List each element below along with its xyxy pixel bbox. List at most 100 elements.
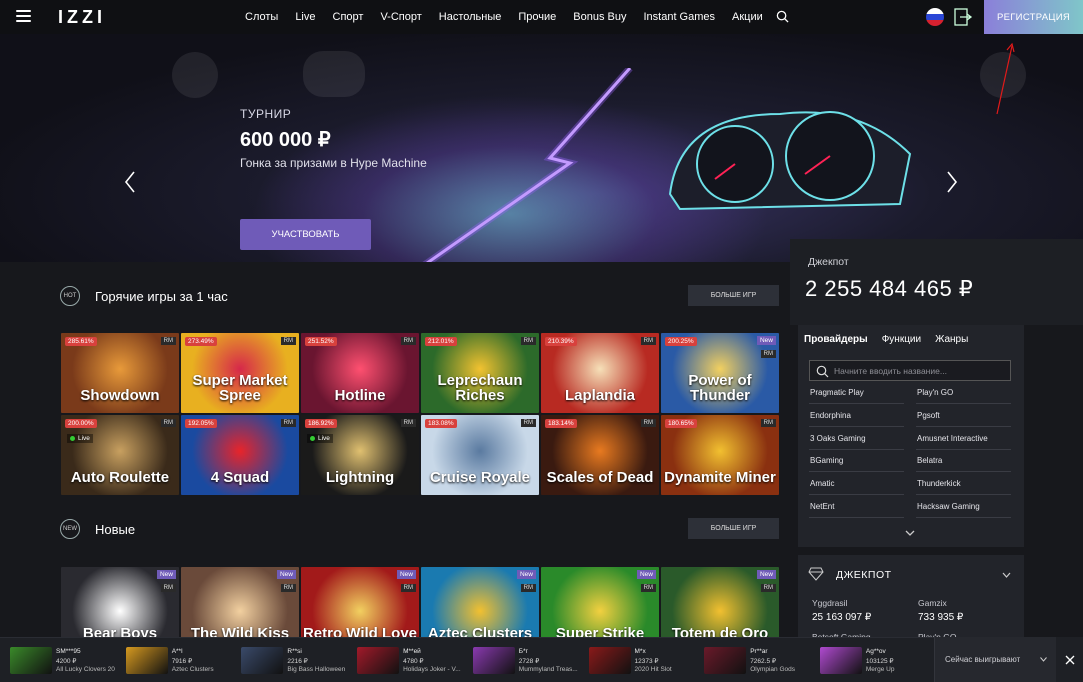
game-tile[interactable]: 251.52% RM Hotline — [301, 333, 419, 413]
game-thumbnail — [819, 647, 862, 674]
real-money-badge: RM — [520, 584, 536, 592]
jackpot-provider-value: 25 163 097 ₽ — [812, 612, 872, 623]
hot-more-games-button[interactable]: БОЛЬШЕ ИГР — [688, 285, 779, 306]
game-tile[interactable]: New RM Totem de Oro — [661, 567, 779, 647]
menu-icon[interactable] — [16, 10, 31, 22]
jackpot-provider-name[interactable]: Yggdrasil — [812, 598, 847, 608]
nav-instant-games[interactable]: Instant Games — [643, 11, 715, 23]
nav-bonus-buy[interactable]: Bonus Buy — [573, 11, 626, 23]
provider-item[interactable]: Amusnet Interactive — [917, 434, 988, 443]
participate-button[interactable]: УЧАСТВОВАТЬ — [240, 219, 371, 250]
winning-now-dropdown[interactable]: Сейчас выигрывают — [934, 637, 1056, 682]
game-tile[interactable]: 180.65% RM Dynamite Miner — [661, 415, 779, 495]
provider-item[interactable]: Hacksaw Gaming — [917, 502, 980, 511]
chevron-down-icon[interactable] — [1002, 572, 1011, 578]
nav-live[interactable]: Live — [295, 11, 315, 23]
real-money-badge: RM — [520, 337, 536, 345]
provider-item[interactable]: Amatic — [810, 479, 834, 488]
provider-divider — [916, 403, 1011, 404]
provider-item[interactable]: NetEnt — [810, 502, 834, 511]
provider-item[interactable]: Play'n GO — [917, 388, 953, 397]
game-tile[interactable]: New RM Bear Boys — [61, 567, 179, 647]
tab-genres[interactable]: Жанры — [935, 334, 968, 345]
language-flag-icon[interactable] — [926, 8, 944, 26]
provider-search-input[interactable]: Начните вводить название... — [809, 360, 1011, 381]
game-tile[interactable]: 192.05% RM 4 Squad — [181, 415, 299, 495]
real-money-badge: RM — [280, 337, 296, 345]
game-tile[interactable]: New RM Retro Wild Love — [301, 567, 419, 647]
win-amount: 12373 ₽ — [634, 658, 659, 665]
winner-name: М**ей — [403, 648, 421, 655]
game-thumbnail — [704, 647, 747, 674]
game-tile[interactable]: 200.25% New RM Power of Thunder — [661, 333, 779, 413]
provider-item[interactable]: Pgsoft — [917, 411, 940, 420]
tab-features[interactable]: Функции — [882, 334, 921, 345]
real-money-badge: RM — [640, 337, 656, 345]
new-badge: New — [756, 336, 776, 345]
site-logo[interactable]: IZZI — [58, 7, 106, 28]
real-money-badge: RM — [280, 419, 296, 427]
win-amount: 4200 ₽ — [56, 658, 77, 665]
hot-percent-badge: 183.14% — [545, 419, 577, 428]
provider-item[interactable]: Pragmatic Play — [810, 388, 864, 397]
provider-divider — [916, 494, 1011, 496]
win-amount: 2728 ₽ — [518, 658, 540, 665]
game-tile[interactable]: 285.61% RM Showdown — [61, 333, 179, 413]
game-tile[interactable]: 183.14% RM Scales of Dead — [541, 415, 659, 495]
register-button[interactable]: РЕГИСТРАЦИЯ — [984, 0, 1083, 34]
win-game: Holidays Joker - V... — [403, 666, 461, 673]
nav-slots[interactable]: Слоты — [245, 11, 278, 23]
nav-promotions[interactable]: Акции — [732, 11, 763, 23]
provider-divider — [916, 517, 1011, 518]
search-icon[interactable] — [776, 10, 789, 23]
jackpot-provider-name[interactable]: Gamzix — [918, 598, 947, 608]
game-title: Showdown — [80, 387, 160, 404]
game-tile[interactable]: New RM The Wild Kiss — [181, 567, 299, 647]
tournament-amount: 600 000 ₽ — [240, 129, 331, 151]
carousel-prev-icon[interactable] — [123, 170, 137, 194]
new-icon: NEW — [60, 519, 80, 539]
game-title: Laplandia — [564, 387, 635, 404]
expand-providers-icon[interactable] — [905, 529, 915, 537]
close-ticker-button[interactable] — [1056, 637, 1083, 682]
decor-blob — [303, 51, 365, 97]
top-header: IZZI Слоты Live Спорт V-Спорт Настольные… — [0, 0, 1083, 34]
game-tile[interactable]: New RM Aztec Clusters — [421, 567, 539, 647]
game-thumbnail — [472, 647, 515, 674]
nav-vsport[interactable]: V-Спорт — [380, 11, 421, 23]
nav-sport[interactable]: Спорт — [333, 11, 364, 23]
game-tile[interactable]: 186.92% RM Live Lightning — [301, 415, 419, 495]
provider-item[interactable]: Endorphina — [810, 411, 851, 420]
real-money-badge: RM — [160, 337, 176, 345]
provider-item[interactable]: BGaming — [810, 456, 843, 465]
new-more-games-button[interactable]: БОЛЬШЕ ИГР — [688, 518, 779, 539]
provider-item[interactable]: Thunderkick — [917, 479, 961, 488]
nav-other[interactable]: Прочие — [518, 11, 556, 23]
game-thumbnail — [10, 647, 52, 674]
new-badge: New — [756, 570, 776, 579]
annotation-arrow — [996, 42, 1015, 115]
provider-item[interactable]: 3 Oaks Gaming — [810, 434, 866, 443]
win-game: Mummyland Treas... — [518, 666, 578, 673]
provider-item[interactable]: Belatra — [917, 456, 942, 465]
win-game: Aztec Clusters — [171, 666, 214, 673]
login-icon[interactable] — [953, 7, 973, 27]
game-tile[interactable]: 212.01% RM Leprechaun Riches — [421, 333, 539, 413]
live-label: Live — [78, 435, 90, 442]
real-money-badge: RM — [280, 584, 296, 592]
game-tile[interactable]: 200.00% RM Live Auto Roulette — [61, 415, 179, 495]
carousel-next-icon[interactable] — [945, 170, 959, 194]
hot-percent-badge: 210.39% — [545, 337, 577, 346]
game-tile[interactable]: 273.49% RM Super Market Spree — [181, 333, 299, 413]
nav-table[interactable]: Настольные — [439, 11, 502, 23]
game-tile[interactable]: 183.08% RM Cruise Royale — [421, 415, 539, 495]
real-money-badge: RM — [760, 419, 776, 427]
provider-divider — [916, 448, 1011, 450]
game-tile[interactable]: 210.39% RM Laplandia — [541, 333, 659, 413]
tab-providers[interactable]: Провайдеры — [804, 334, 868, 345]
win-amount: 103125 ₽ — [865, 658, 894, 665]
hero-banner: ТУРНИР 600 000 ₽ Гонка за призами в Hype… — [0, 34, 1083, 262]
real-money-badge: RM — [160, 419, 176, 427]
game-tile[interactable]: New RM Super Strike — [541, 567, 659, 647]
real-money-badge: RM — [520, 419, 536, 427]
